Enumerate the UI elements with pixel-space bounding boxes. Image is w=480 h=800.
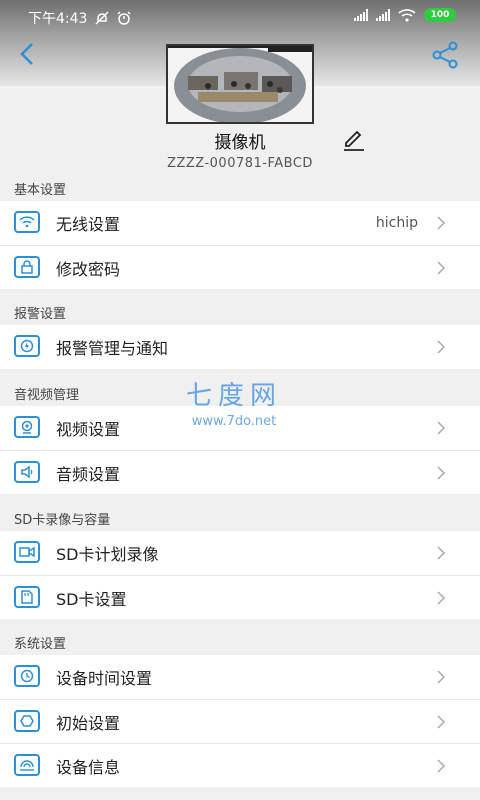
row-label: 音频设置 [56,464,121,484]
row-label: SD卡设置 [56,589,127,609]
wifi-icon [14,211,40,233]
row-alarm-notification[interactable]: 报警管理与通知 [0,325,480,369]
chevron-right-icon [437,216,446,230]
chevron-right-icon [437,466,446,480]
chevron-right-icon [437,670,446,684]
chevron-right-icon [437,546,446,560]
group-sd: SD卡计划录像 SD卡设置 [0,531,480,619]
row-initial-settings[interactable]: 初始设置 [0,699,480,743]
row-wireless-settings[interactable]: 无线设置 hichip [0,201,480,245]
chevron-right-icon [437,759,446,773]
alarm-clock-icon [117,11,131,25]
row-value: hichip [375,215,418,231]
reset-icon [14,710,40,732]
row-device-time[interactable]: 设备时间设置 [0,655,480,699]
back-button[interactable] [12,38,44,70]
chevron-right-icon [437,421,446,435]
row-label: 无线设置 [56,215,121,234]
record-icon [14,541,40,563]
row-label: 报警管理与通知 [56,339,169,358]
row-label: SD卡计划录像 [56,545,159,564]
alarm-icon [14,335,40,357]
wifi-status-icon [398,9,416,22]
edit-name-button[interactable] [342,128,366,152]
section-title-system: 系统设置 [14,637,67,652]
signal-icon-2 [376,9,390,21]
row-label: 设备时间设置 [56,669,153,688]
info-icon [14,754,40,776]
section-title-basic: 基本设置 [14,183,67,198]
watermark-url: www.7do.net [191,414,277,429]
camera-snapshot-image [168,46,312,122]
row-device-info[interactable]: 设备信息 [0,743,480,787]
video-icon [14,416,40,438]
share-button[interactable] [430,40,460,70]
section-title-sd: SD卡录像与容量 [14,513,111,528]
battery-indicator: 100 [424,8,456,22]
chevron-right-icon [437,340,446,354]
device-name: 摄像机 [214,133,266,153]
watermark: 七度网 www.7do.net [186,375,282,429]
group-system: 设备时间设置 初始设置 设备信息 [0,655,480,787]
row-label: 修改密码 [56,259,121,279]
lock-icon [14,256,40,278]
signal-icon [354,9,368,21]
status-bar: 下午4:43 100 [0,0,480,32]
section-title-alarm: 报警设置 [14,307,67,322]
row-sd-settings[interactable]: SD卡设置 [0,575,480,619]
device-id: ZZZZ-000781-FABCD [167,156,313,171]
row-sd-schedule-record[interactable]: SD卡计划录像 [0,531,480,575]
row-audio-settings[interactable]: 音频设置 [0,450,480,494]
chevron-right-icon [437,261,446,275]
dnd-icon [95,11,109,25]
chevron-right-icon [437,715,446,729]
group-basic: 无线设置 hichip 修改密码 [0,201,480,289]
watermark-title: 七度网 [186,381,283,411]
speaker-icon [14,461,40,483]
camera-preview-thumbnail[interactable] [166,44,314,124]
row-change-password[interactable]: 修改密码 [0,245,480,289]
group-alarm: 报警管理与通知 [0,325,480,369]
status-time: 下午4:43 [28,11,88,27]
section-title-av: 音视频管理 [14,388,80,403]
clock-icon [14,665,40,687]
row-label: 视频设置 [56,420,121,439]
row-label: 初始设置 [56,713,121,733]
sdcard-icon [14,586,40,608]
chevron-right-icon [437,591,446,605]
row-label: 设备信息 [56,757,121,777]
